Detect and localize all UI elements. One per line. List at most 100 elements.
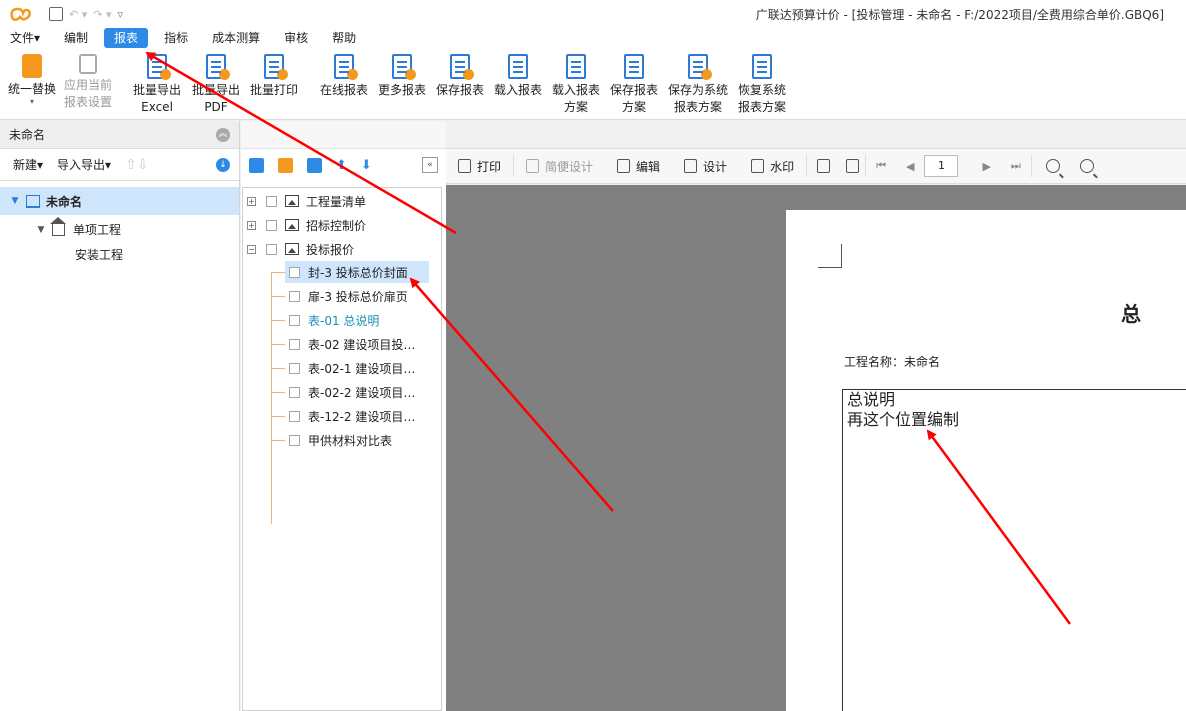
report-item-material-compare[interactable]: 甲供材料对比表 — [289, 429, 392, 451]
checkbox[interactable] — [289, 290, 300, 302]
report-group-bid-price[interactable]: − 投标报价 — [247, 238, 354, 260]
expand-icon[interactable]: ▼ — [36, 225, 46, 235]
expand-plus-icon[interactable]: + — [247, 196, 256, 206]
save-report-button[interactable]: 保存报表 — [436, 54, 484, 99]
online-report-button[interactable]: 在线报表 — [320, 54, 368, 99]
title-bar: ↶ ▾ ↷ ▾ ▿ 广联达预算计价 - [投标管理 - 未命名 - F:/202… — [0, 0, 1186, 28]
report-group-bill[interactable]: + 工程量清单 — [247, 190, 366, 212]
menu-indicator[interactable]: 指标 — [152, 28, 200, 48]
import-export-button[interactable]: 导入导出▾ — [57, 156, 111, 173]
collapse-minus-icon[interactable]: − — [247, 244, 256, 254]
next-page-icon[interactable]: ▶ — [972, 160, 1000, 173]
report-item-title-page[interactable]: 扉-3 投标总价扉页 — [289, 285, 408, 307]
online-report-icon — [334, 54, 358, 80]
menu-audit[interactable]: 审核 — [272, 28, 320, 48]
more-reports-button[interactable]: 更多报表 — [378, 54, 426, 99]
design-button[interactable]: 设计 — [672, 158, 739, 175]
menu-report[interactable]: 报表 — [104, 28, 149, 48]
batch-export-pdf-button[interactable]: 批量导出 PDF — [192, 54, 240, 116]
single-page-icon[interactable] — [817, 159, 831, 173]
collapse-panel-icon[interactable]: « — [422, 157, 438, 173]
ribbon-toolbar: 统一替换 ▾ 应用当前 报表设置 批量导出 Excel 批量导出 PDF 批量打… — [0, 48, 1186, 120]
checkbox[interactable] — [266, 219, 277, 231]
tree-line — [271, 296, 285, 297]
tree-item-single-project[interactable]: ▼ 单项工程 — [0, 216, 239, 242]
expand-plus-icon[interactable]: + — [247, 220, 256, 230]
move-up-icon[interactable]: ⇧⇩ — [125, 157, 148, 173]
checkbox[interactable] — [289, 266, 300, 278]
preview-toolbar: 打印 简便设计 编辑 设计 水印 ⏮ ◀ 1 ▶ ⏭ — [446, 149, 1186, 184]
collapse-up-icon[interactable]: ︽ — [216, 128, 230, 142]
checkbox[interactable] — [289, 386, 300, 398]
report-group-icon — [285, 195, 299, 207]
move-up-arrow-icon[interactable]: ⬆ — [336, 158, 347, 173]
batch-export-excel-button[interactable]: 批量导出 Excel — [133, 54, 181, 116]
undo-icon[interactable]: ↶ ▾ — [69, 8, 87, 21]
download-icon[interactable]: ↓ — [216, 158, 230, 172]
new-button[interactable]: 新建▾ — [13, 156, 43, 173]
watermark-button[interactable]: 水印 — [739, 158, 806, 175]
tree-item-root[interactable]: ▼ 未命名 — [0, 187, 239, 215]
delete-icon[interactable] — [307, 157, 322, 173]
double-page-icon[interactable] — [846, 159, 860, 173]
tree-item-install-project[interactable]: 安装工程 — [0, 242, 239, 267]
add-report-icon[interactable] — [249, 157, 264, 173]
save-icon[interactable] — [49, 7, 63, 21]
edit-button[interactable]: 编辑 — [605, 158, 672, 175]
report-group-control-price[interactable]: + 招标控制价 — [247, 214, 366, 236]
menu-bar: 文件▾ 编制 报表 指标 成本测算 审核 帮助 — [0, 28, 1186, 48]
menu-cost-estimate[interactable]: 成本测算 — [200, 28, 272, 48]
simple-design-button[interactable]: 简便设计 — [514, 158, 605, 175]
toolbar-separator — [806, 155, 808, 177]
notes-line-2: 再这个位置编制 — [847, 410, 960, 429]
menu-help[interactable]: 帮助 — [320, 28, 368, 48]
first-page-icon[interactable]: ⏮ — [866, 159, 896, 173]
notes-line-1: 总说明 — [847, 390, 896, 409]
load-report-button[interactable]: 载入报表 — [494, 54, 542, 99]
tree-line — [271, 416, 285, 417]
report-item-table-02-1[interactable]: 表-02-1 建设项目… — [289, 357, 415, 379]
zoom-in-icon[interactable] — [1045, 159, 1060, 173]
save-scheme-icon — [624, 54, 644, 79]
tree-line — [271, 344, 285, 345]
zoom-out-icon[interactable] — [1079, 159, 1094, 173]
more-reports-icon — [392, 54, 416, 80]
report-item-general-notes[interactable]: 表-01 总说明 — [289, 309, 379, 331]
restore-system-scheme-button[interactable]: 恢复系统 报表方案 — [738, 54, 786, 116]
tree-line — [271, 320, 285, 321]
checkbox[interactable] — [266, 195, 277, 207]
notes-textbox[interactable]: 总说明 再这个位置编制 — [842, 389, 1186, 711]
checkbox[interactable] — [289, 410, 300, 422]
load-report-scheme-button[interactable]: 载入报表 方案 — [552, 54, 600, 116]
move-down-arrow-icon[interactable]: ⬇ — [361, 158, 372, 173]
add-folder-icon[interactable] — [278, 157, 293, 173]
report-item-table-02-2[interactable]: 表-02-2 建设项目… — [289, 381, 415, 403]
quick-access-toolbar: ↶ ▾ ↷ ▾ ▿ — [49, 7, 123, 21]
report-item-table-02[interactable]: 表-02 建设项目投… — [289, 333, 415, 355]
redo-icon[interactable]: ↷ ▾ — [93, 8, 111, 21]
load-report-icon — [508, 54, 528, 79]
load-scheme-icon — [566, 54, 586, 79]
save-as-system-scheme-button[interactable]: 保存为系统 报表方案 — [668, 54, 728, 116]
menu-file[interactable]: 文件▾ — [0, 28, 52, 48]
customize-icon[interactable]: ▿ — [118, 8, 124, 21]
report-item-cover[interactable]: 封-3 投标总价封面 — [285, 261, 429, 283]
batch-print-button[interactable]: 批量打印 — [250, 54, 298, 99]
printer-icon — [458, 159, 471, 173]
checkbox[interactable] — [289, 314, 300, 326]
print-button[interactable]: 打印 — [446, 158, 513, 175]
checkbox[interactable] — [289, 338, 300, 350]
page-number-input[interactable]: 1 — [924, 155, 959, 177]
menu-compile[interactable]: 编制 — [52, 28, 100, 48]
unify-replace-button[interactable]: 统一替换 ▾ — [8, 54, 56, 106]
checkbox[interactable] — [289, 362, 300, 374]
report-item-table-12-2[interactable]: 表-12-2 建设项目… — [289, 405, 415, 427]
save-report-icon — [450, 54, 474, 80]
save-report-scheme-button[interactable]: 保存报表 方案 — [610, 54, 658, 116]
last-page-icon[interactable]: ⏭ — [1001, 159, 1031, 173]
expand-icon[interactable]: ▼ — [10, 196, 20, 206]
checkbox[interactable] — [289, 434, 300, 446]
prev-page-icon[interactable]: ◀ — [896, 160, 924, 173]
apply-report-settings-button[interactable]: 应用当前 报表设置 — [64, 54, 112, 111]
checkbox[interactable] — [266, 243, 277, 255]
